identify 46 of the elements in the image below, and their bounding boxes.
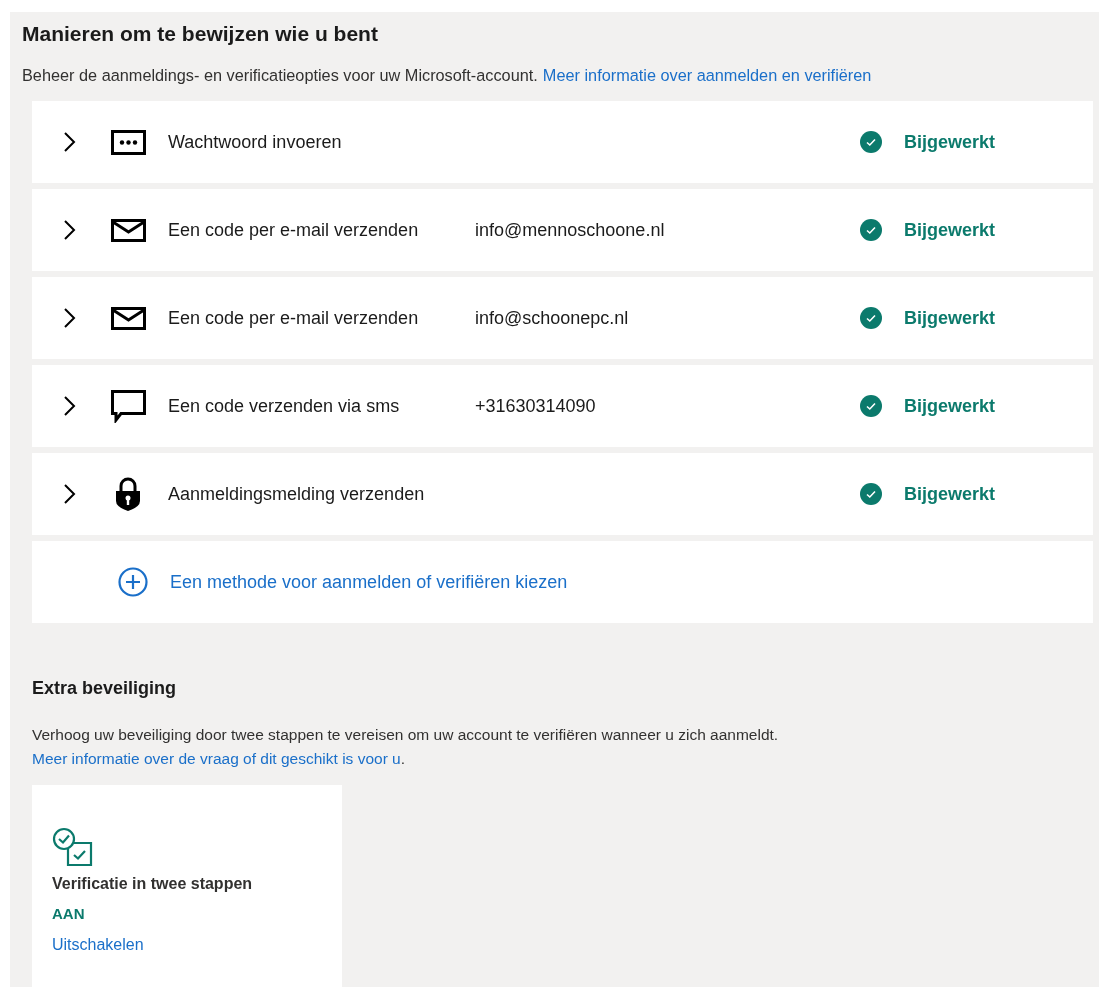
status-text: Bijgewerkt (903, 483, 995, 505)
method-label: Een code per e-mail verzenden (168, 219, 420, 241)
method-detail: info@mennoschoone.nl (475, 219, 665, 241)
disable-link[interactable]: Uitschakelen (52, 936, 144, 954)
status-text: Bijgewerkt (903, 395, 995, 417)
learn-more-link[interactable]: Meer informatie over aanmelden en verifiëren (542, 66, 872, 85)
status-text: Bijgewerkt (903, 131, 995, 153)
method-label: Een code per e-mail verzenden (168, 307, 420, 329)
subsection-title: Extra beveiliging (32, 678, 178, 699)
check-circle-icon (859, 131, 882, 153)
expand-chevron-icon[interactable] (62, 482, 78, 506)
add-method-link[interactable]: Een methode voor aanmelden of verifiëren kiezen (170, 571, 568, 593)
envelope-icon (110, 306, 146, 330)
check-circle-icon (859, 483, 882, 505)
state-text: AAN (52, 905, 85, 922)
period-text: . (400, 750, 406, 767)
status-text: Bijgewerkt (903, 307, 995, 329)
description-text: Beheer de aanmeldings- en verificatieopties voor uw Microsoft-account. (22, 66, 538, 85)
method-row[interactable]: Wachtwoord invoeren Bijgewerkt (32, 101, 1093, 183)
method-row[interactable]: Een code per e-mail verzenden info@schoonepc.nl Bijgewerkt (32, 277, 1093, 359)
method-row[interactable]: Een code verzenden via sms +31630314090 Bijgewerkt (32, 365, 1093, 447)
expand-chevron-icon[interactable] (62, 218, 78, 242)
expand-chevron-icon[interactable] (62, 130, 78, 154)
status-text: Bijgewerkt (903, 219, 995, 241)
card-title: Verificatie in twee stappen (52, 875, 253, 893)
check-circle-icon (859, 395, 882, 417)
plus-circle-icon[interactable] (118, 567, 148, 597)
method-detail: +31630314090 (475, 395, 596, 417)
password-icon (110, 129, 146, 155)
chat-bubble-icon (110, 389, 146, 423)
check-boxes-icon (52, 827, 94, 867)
method-label: Wachtwoord invoeren (168, 131, 343, 153)
description-text: Verhoog uw beveiliging door twee stappen te vereisen om uw account te verifiëren wanneer u zich aanmeldt. (32, 725, 780, 745)
method-row[interactable]: Aanmeldingsmelding verzenden Bijgewerkt (32, 453, 1093, 535)
method-detail: info@schoonepc.nl (475, 307, 629, 329)
check-circle-icon (859, 307, 882, 329)
learn-more-link[interactable]: Meer informatie over de vraag of dit geschikt is voor u (32, 750, 401, 767)
section-title: Manieren om te bewijzen wie u bent (22, 22, 379, 46)
padlock-icon (114, 476, 142, 512)
check-circle-icon (859, 219, 882, 241)
envelope-icon (110, 218, 146, 242)
expand-chevron-icon[interactable] (62, 306, 78, 330)
method-label: Aanmeldingsmelding verzenden (168, 483, 426, 505)
expand-chevron-icon[interactable] (62, 394, 78, 418)
method-label: Een code verzenden via sms (168, 395, 401, 417)
method-row[interactable]: Een code per e-mail verzenden info@mennoschoone.nl Bijgewerkt (32, 189, 1093, 271)
